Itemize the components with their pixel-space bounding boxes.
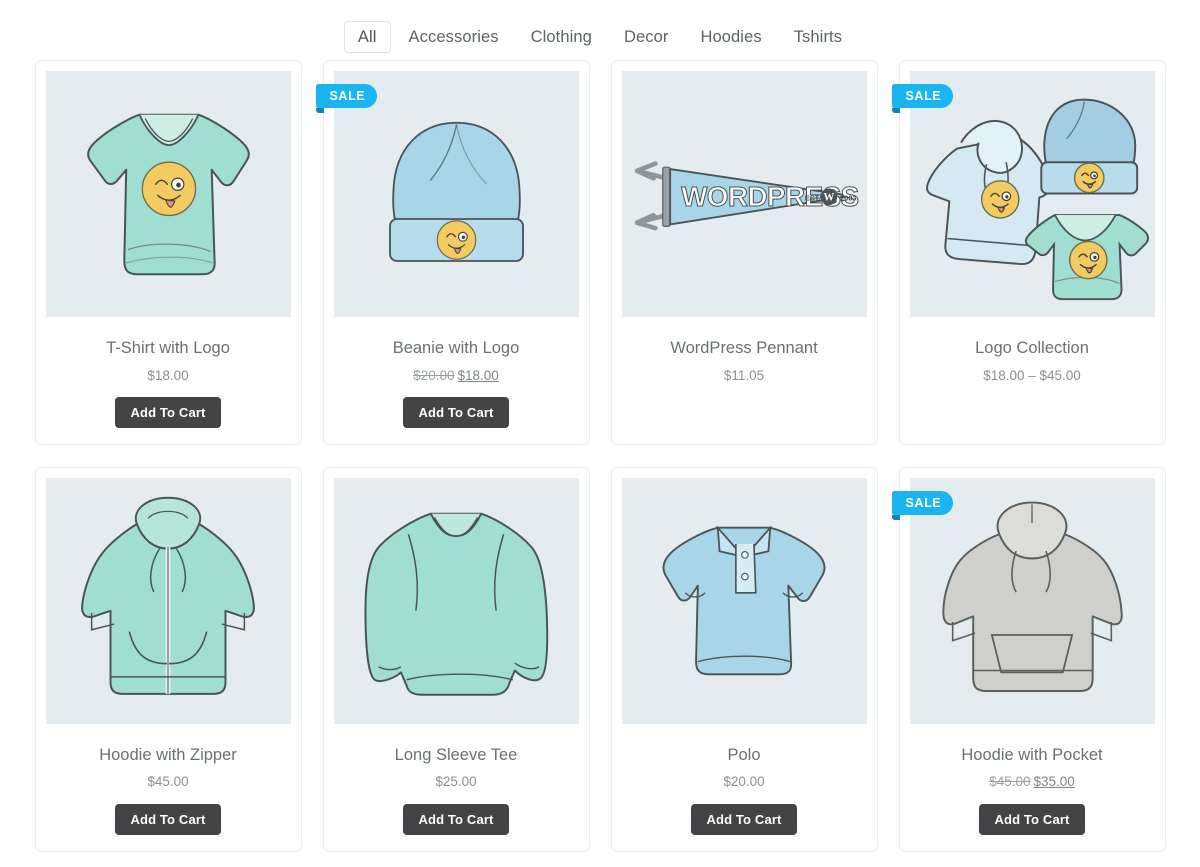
polo-blue-icon: [649, 506, 839, 696]
product-price: $25.00: [435, 774, 477, 790]
product-grid: T-Shirt with Logo $18.00 Add To Cart SALE B…: [0, 56, 1200, 852]
sale-badge: SALE: [891, 490, 954, 520]
product-title: Hoodie with Zipper: [99, 745, 237, 764]
product-card[interactable]: SALE Beanie with Logo $20.00 $18.00 Add T…: [315, 60, 590, 445]
product-image[interactable]: [333, 71, 579, 317]
filter-tab-accessories[interactable]: Accessories: [395, 21, 513, 54]
product-image[interactable]: [909, 477, 1155, 724]
beanie-blue-logo-icon: [369, 107, 544, 282]
product-catalog-page: All Accessories Clothing Decor Hoodies Tshirt…: [0, 0, 1200, 867]
product-price: $18.00 – $45.00: [983, 367, 1081, 383]
filter-tab-hoodies[interactable]: Hoodies: [686, 21, 775, 54]
original-price: $45.00: [989, 774, 1031, 790]
product-price: $11.05: [723, 367, 765, 383]
add-to-cart-button[interactable]: Add To Cart: [979, 803, 1085, 835]
product-card[interactable]: T-Shirt with Logo $18.00 Add To Cart: [34, 60, 302, 445]
product-title: WordPress Pennant: [670, 339, 818, 357]
add-to-cart-button[interactable]: Add To Cart: [115, 803, 221, 835]
long-sleeve-tee-mint-icon: [358, 493, 554, 708]
sale-price: $35.00: [1033, 774, 1075, 790]
product-title: Hoodie with Pocket: [961, 745, 1103, 764]
logo-collection-icon: [910, 82, 1155, 307]
filter-tab-tshirts[interactable]: Tshirts: [780, 21, 856, 54]
svg-text:EST.: EST.: [805, 193, 821, 202]
tshirt-mint-logo-icon: [73, 90, 263, 299]
add-to-cart-button[interactable]: Add To Cart: [403, 396, 509, 428]
product-title: Polo: [727, 745, 761, 764]
hoodie-zipper-mint-icon: [69, 492, 267, 709]
product-card[interactable]: SALE Hoodie with Pocket $45.00 $35.00 Add…: [891, 466, 1166, 852]
product-image[interactable]: [909, 71, 1155, 317]
original-price: $20.00: [413, 367, 455, 383]
product-card[interactable]: Polo $20.00 Add To Cart: [610, 466, 878, 852]
product-image[interactable]: [45, 477, 291, 724]
svg-text:W: W: [823, 191, 834, 203]
product-price: $18.00: [147, 367, 189, 383]
add-to-cart-button[interactable]: Add To Cart: [115, 396, 221, 428]
pennant-icon: WORDPRESS EST. W 2003: [624, 143, 864, 245]
category-filter-bar: All Accessories Clothing Decor Hoodies Tshirt…: [0, 0, 1200, 56]
sale-badge: SALE: [315, 84, 378, 113]
sale-price: $18.00: [457, 367, 499, 383]
product-title: Long Sleeve Tee: [394, 745, 518, 764]
product-price: $20.00 $18.00: [413, 368, 499, 384]
add-to-cart-button[interactable]: Add To Cart: [691, 803, 797, 835]
filter-tab-all[interactable]: All: [343, 20, 391, 54]
product-price: $20.00: [723, 774, 765, 790]
product-card[interactable]: WORDPRESS EST. W 2003 WordPress Pennant $…: [610, 60, 878, 445]
product-title: Beanie with Logo: [392, 339, 520, 357]
hoodie-pocket-grey-icon: [934, 493, 1130, 708]
product-title: T-Shirt with Logo: [106, 339, 230, 357]
product-title: Logo Collection: [975, 339, 1089, 357]
product-image[interactable]: [45, 71, 291, 317]
product-card[interactable]: SALE Logo Collection $18.00 – $45.00: [891, 60, 1166, 445]
product-card[interactable]: Hoodie with Zipper $45.00 Add To Cart: [34, 466, 302, 852]
product-image[interactable]: WORDPRESS EST. W 2003: [621, 71, 867, 317]
sale-badge: SALE: [891, 84, 954, 113]
filter-tab-clothing[interactable]: Clothing: [517, 21, 606, 54]
svg-text:2003: 2003: [840, 193, 856, 202]
product-price: $45.00 $35.00: [989, 774, 1075, 790]
product-image[interactable]: [333, 477, 579, 724]
add-to-cart-button[interactable]: Add To Cart: [403, 803, 509, 835]
product-card[interactable]: Long Sleeve Tee $25.00 Add To Cart: [322, 466, 590, 852]
product-image[interactable]: [621, 477, 867, 724]
filter-tab-decor[interactable]: Decor: [610, 21, 683, 54]
product-price: $45.00: [147, 774, 189, 790]
